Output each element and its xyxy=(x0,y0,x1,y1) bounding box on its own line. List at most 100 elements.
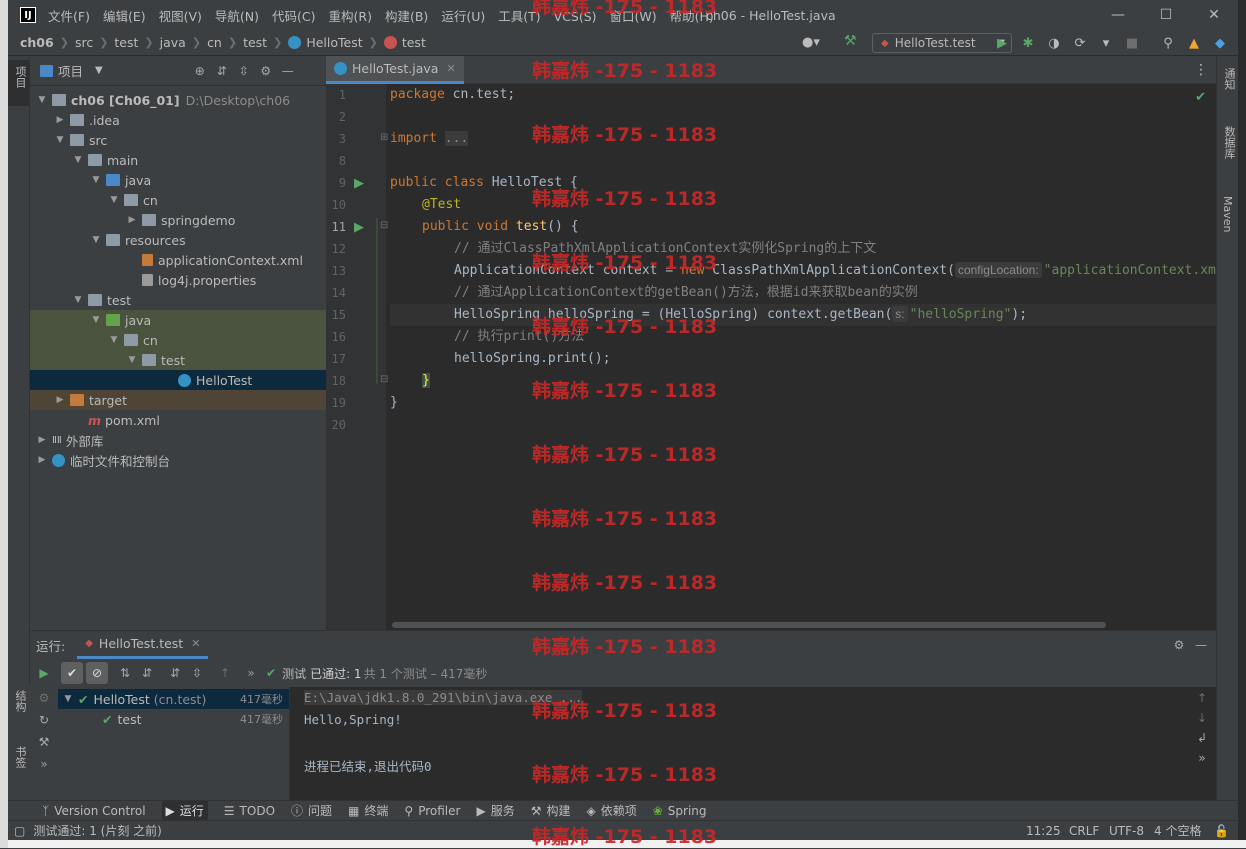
tree-node[interactable]: ▶ 临时文件和控制台 xyxy=(30,450,326,470)
collapse-all-icon[interactable]: ⇳ xyxy=(233,60,255,82)
menu-vcs[interactable]: VCS(S) xyxy=(554,9,597,24)
chevron-down-icon[interactable]: ▼ xyxy=(36,95,48,105)
menu-build[interactable]: 构建(B) xyxy=(385,9,428,24)
tab-todo[interactable]: ☰ TODO xyxy=(224,804,275,818)
chevron-down-icon[interactable]: ▼ xyxy=(90,315,102,325)
tree-node[interactable]: ▼ resources xyxy=(30,230,326,250)
tree-node[interactable]: m pom.xml xyxy=(30,410,326,430)
project-tool-button[interactable]: 项目 xyxy=(8,60,29,106)
status-message[interactable]: 测试通过: 1 (片刻 之前) xyxy=(33,822,162,839)
debug-icon[interactable]: ✱ xyxy=(1018,33,1038,53)
show-passed-icon[interactable]: ✔ xyxy=(61,662,83,684)
gear-icon[interactable]: ⚙ xyxy=(1168,634,1190,656)
menu-tools[interactable]: 工具(T) xyxy=(498,9,540,24)
tree-node[interactable]: ▼ cn xyxy=(30,330,326,350)
tree-node[interactable]: ▼ src xyxy=(30,130,326,150)
locate-icon[interactable]: ⊕ xyxy=(189,60,211,82)
chevron-right-icon[interactable]: ▶ xyxy=(54,115,66,125)
notifications-tool-button[interactable]: 通知 xyxy=(1221,68,1237,90)
previous-failed-icon[interactable]: ↑ xyxy=(214,662,236,684)
tree-node[interactable]: ▼ cn xyxy=(30,190,326,210)
chevron-down-icon[interactable]: ▼ xyxy=(95,65,103,76)
tab-spring[interactable]: ❀ Spring xyxy=(653,804,707,818)
chevron-down-icon[interactable]: ▼ xyxy=(108,195,120,205)
tree-node[interactable]: ▼ java xyxy=(30,310,326,330)
chevron-down-icon[interactable]: ▼ xyxy=(90,235,102,245)
editor-tab-hellotest[interactable]: HelloTest.java ✕ xyxy=(326,55,464,84)
hide-panel-icon[interactable]: — xyxy=(1190,634,1212,656)
tab-version-control[interactable]: ᛉ Version Control xyxy=(42,804,146,818)
more-run-icon[interactable]: ▾ xyxy=(1096,33,1116,53)
chevron-down-icon[interactable]: ▼ xyxy=(90,175,102,185)
tab-dependencies[interactable]: ◈ 依赖项 xyxy=(586,802,636,819)
sort-alpha-icon[interactable]: ⇅ xyxy=(114,662,136,684)
minimize-button[interactable]: — xyxy=(1094,0,1142,30)
build-hammer-icon[interactable]: ⚒ xyxy=(844,33,857,49)
tree-node[interactable]: ▼ test xyxy=(30,290,326,310)
breadcrumb-item[interactable]: test xyxy=(402,35,426,50)
breadcrumb-item[interactable]: src xyxy=(75,35,93,50)
breadcrumb-item[interactable]: ch06 xyxy=(20,35,54,50)
debug-icon[interactable]: ⚙ xyxy=(33,687,55,709)
breadcrumb-item[interactable]: test xyxy=(114,35,138,50)
menu-edit[interactable]: 编辑(E) xyxy=(103,9,146,24)
tree-node[interactable]: ▶ ⅡⅡ 外部库 xyxy=(30,430,326,450)
chevron-down-icon[interactable]: ▼ xyxy=(54,135,66,145)
run-test-gutter-icon[interactable]: ▶ xyxy=(354,220,364,235)
run-tab-hellotest[interactable]: ◆ HelloTest.test ✕ xyxy=(77,631,209,659)
fold-icon[interactable]: ⊞ xyxy=(380,132,388,143)
tree-node[interactable]: applicationContext.xml xyxy=(30,250,326,270)
tab-terminal[interactable]: ▦ 终端 xyxy=(348,802,388,819)
tree-node[interactable]: ▶ .idea xyxy=(30,110,326,130)
menu-view[interactable]: 视图(V) xyxy=(159,9,202,24)
tab-build[interactable]: ⚒ 构建 xyxy=(531,802,571,819)
chevron-right-icon[interactable]: ▶ xyxy=(36,435,48,445)
more-icon[interactable]: » xyxy=(240,662,262,684)
bookmarks-tool-button[interactable]: 书签 xyxy=(12,746,28,768)
scroll-down-icon[interactable]: ↓ xyxy=(1197,711,1207,725)
collapse-all-icon[interactable]: ⇳ xyxy=(186,662,208,684)
more-icon[interactable]: » xyxy=(1198,751,1205,765)
wrench-icon[interactable]: ⚒ xyxy=(33,731,55,753)
fold-icon[interactable]: ⊟ xyxy=(380,374,388,385)
test-node[interactable]: ✔ test 417毫秒 xyxy=(58,709,289,729)
chevron-down-icon[interactable]: ▼ xyxy=(108,335,120,345)
tab-services[interactable]: ▶ 服务 xyxy=(476,802,514,819)
jetbrains-toolbox-icon[interactable]: ◆ xyxy=(1210,33,1230,53)
menu-navigate[interactable]: 导航(N) xyxy=(215,9,259,24)
tree-node[interactable]: ▼ test xyxy=(30,350,326,370)
inspection-ok-icon[interactable]: ✔ xyxy=(1195,90,1206,105)
breadcrumb-item[interactable]: java xyxy=(160,35,186,50)
tree-node[interactable]: ▼ ch06 [Ch06_01] D:\Desktop\ch06 xyxy=(30,90,326,110)
menu-code[interactable]: 代码(C) xyxy=(272,9,315,24)
hide-panel-icon[interactable]: — xyxy=(277,60,299,82)
tree-node[interactable]: log4j.properties xyxy=(30,270,326,290)
horizontal-scrollbar[interactable] xyxy=(392,622,1106,628)
run-test-gutter-icon[interactable]: ▶ xyxy=(354,176,364,191)
toggle-icon[interactable]: ↻ xyxy=(33,709,55,731)
console-output[interactable]: E:\Java\jdk1.8.0_291\bin\java.exe ... He… xyxy=(292,687,1188,801)
tree-node[interactable]: ▶ springdemo xyxy=(30,210,326,230)
breadcrumb-item[interactable]: HelloTest xyxy=(306,35,362,50)
menu-run[interactable]: 运行(U) xyxy=(441,9,485,24)
show-ignored-icon[interactable]: ⊘ xyxy=(86,662,108,684)
caret-position[interactable]: 11:25 xyxy=(1026,824,1061,838)
menu-window[interactable]: 窗口(W) xyxy=(610,9,657,24)
code-view[interactable]: package cn.test; import ... public class… xyxy=(390,84,1216,630)
more-options-icon[interactable]: ⋮ xyxy=(1194,62,1208,78)
project-view-title[interactable]: 项目 xyxy=(58,61,83,80)
maximize-button[interactable]: ☐ xyxy=(1142,0,1190,30)
scroll-up-icon[interactable]: ↑ xyxy=(1197,691,1207,705)
breadcrumb-item[interactable]: test xyxy=(243,35,267,50)
menu-file[interactable]: 文件(F) xyxy=(48,9,90,24)
run-icon[interactable]: ▶ xyxy=(992,33,1012,53)
structure-tool-button[interactable]: 结构 xyxy=(12,690,28,712)
test-node[interactable]: ▼ ✔ HelloTest (cn.test) 417毫秒 xyxy=(58,689,289,709)
tab-problems[interactable]: ⓘ 问题 xyxy=(291,802,332,819)
database-tool-button[interactable]: 数据库 xyxy=(1221,126,1237,159)
chevron-right-icon[interactable]: ▶ xyxy=(54,395,66,405)
chevron-right-icon[interactable]: ▶ xyxy=(36,455,48,465)
menu-refactor[interactable]: 重构(R) xyxy=(329,9,372,24)
tab-run[interactable]: ▶ 运行 xyxy=(161,800,208,821)
more-icon[interactable]: » xyxy=(33,753,55,775)
